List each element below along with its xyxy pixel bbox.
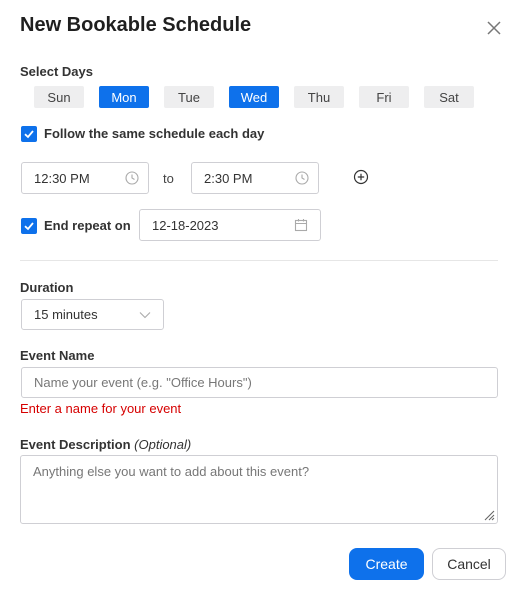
close-icon	[487, 21, 501, 35]
section-divider	[20, 260, 498, 261]
end-repeat-date-value: 12-18-2023	[152, 217, 219, 233]
calendar-icon	[294, 219, 308, 232]
to-label: to	[163, 171, 174, 186]
day-button-mon[interactable]: Mon	[99, 86, 149, 108]
start-time-input[interactable]: 12:30 PM	[21, 162, 149, 194]
add-time-button[interactable]	[352, 168, 370, 191]
duration-select[interactable]: 15 minutes	[21, 299, 164, 330]
day-selector: Sun Mon Tue Wed Thu Fri Sat	[34, 86, 489, 108]
event-name-placeholder: Name your event (e.g. "Office Hours")	[34, 375, 252, 390]
end-time-input[interactable]: 2:30 PM	[191, 162, 319, 194]
day-button-tue[interactable]: Tue	[164, 86, 214, 108]
start-time-value: 12:30 PM	[34, 170, 90, 186]
event-name-input[interactable]: Name your event (e.g. "Office Hours")	[21, 367, 498, 398]
duration-value: 15 minutes	[34, 307, 98, 322]
cancel-button[interactable]: Cancel	[432, 548, 506, 580]
event-description-label-text: Event Description	[20, 437, 131, 452]
optional-label: (Optional)	[134, 437, 192, 452]
end-repeat-checkbox[interactable]	[21, 218, 37, 234]
day-button-sun[interactable]: Sun	[34, 86, 84, 108]
same-schedule-label: Follow the same schedule each day	[44, 126, 265, 141]
same-schedule-checkbox[interactable]	[21, 126, 37, 142]
clock-icon	[295, 171, 309, 185]
select-days-label: Select Days	[20, 64, 93, 79]
end-repeat-date-input[interactable]: 12-18-2023	[139, 209, 321, 241]
resize-handle-icon[interactable]	[481, 507, 495, 521]
create-button[interactable]: Create	[349, 548, 424, 580]
day-button-thu[interactable]: Thu	[294, 86, 344, 108]
event-description-placeholder: Anything else you want to add about this…	[33, 464, 310, 479]
end-time-value: 2:30 PM	[204, 170, 253, 186]
event-description-label: Event Description (Optional)	[20, 437, 191, 452]
close-button[interactable]	[484, 18, 504, 38]
day-button-sat[interactable]: Sat	[424, 86, 474, 108]
end-repeat-label: End repeat on	[44, 218, 131, 233]
day-button-wed[interactable]: Wed	[229, 86, 279, 108]
add-circle-icon	[353, 169, 369, 185]
clock-icon	[125, 171, 139, 185]
event-description-textarea[interactable]: Anything else you want to add about this…	[20, 455, 498, 524]
dialog-title: New Bookable Schedule	[20, 14, 252, 36]
duration-label: Duration	[20, 280, 74, 295]
checkmark-icon	[24, 222, 34, 231]
chevron-down-icon	[139, 311, 151, 318]
event-name-label: Event Name	[20, 348, 95, 363]
day-button-fri[interactable]: Fri	[359, 86, 409, 108]
event-name-error: Enter a name for your event	[20, 401, 182, 416]
checkmark-icon	[24, 130, 34, 139]
